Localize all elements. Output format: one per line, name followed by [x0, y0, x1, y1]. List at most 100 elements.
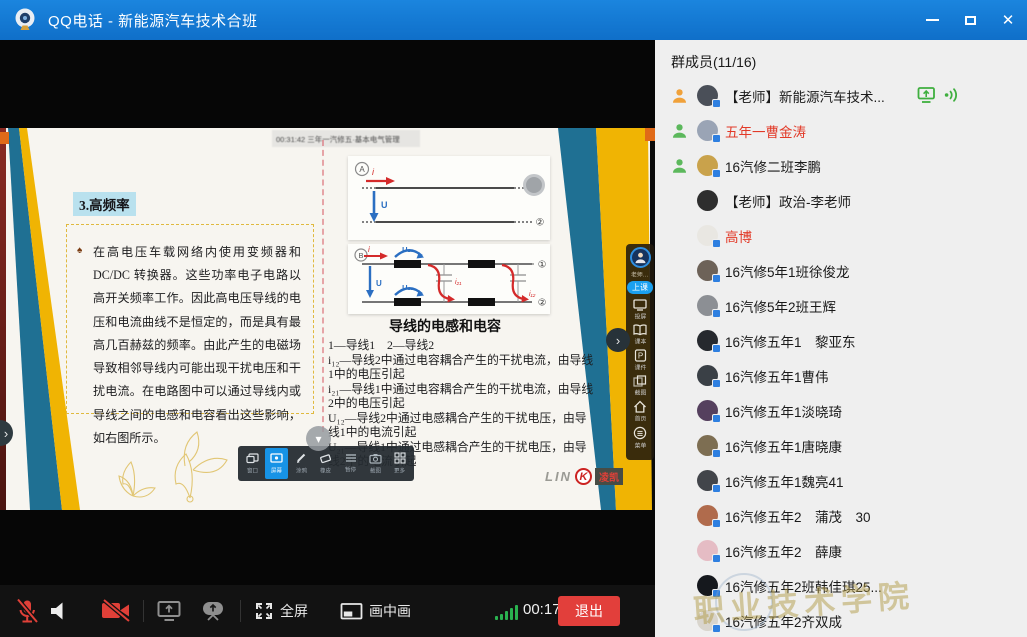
slide-left-edge — [0, 128, 6, 510]
member-name: 16汽修五年1曹伟 — [725, 366, 829, 386]
pip-label: 画中画 — [369, 601, 411, 621]
home-icon — [633, 400, 647, 413]
svg-text:②: ② — [536, 218, 545, 229]
mute-mic-button[interactable] — [14, 585, 40, 637]
device-badge — [712, 134, 721, 143]
member-row[interactable]: 16汽修五年1唐晓康 — [655, 428, 1027, 463]
sidebar-item-menu[interactable]: 菜单 — [633, 426, 647, 450]
member-row[interactable]: 16汽修5年1班徐俊龙 — [655, 253, 1027, 288]
share-toolbar-collapse[interactable]: ▾ — [306, 426, 331, 451]
svg-text:U: U — [376, 279, 382, 288]
lesson-button[interactable]: 上课 — [627, 281, 653, 294]
fullscreen-button[interactable]: 全屏 — [254, 585, 308, 637]
member-name: 16汽修五年2 蒲茂 30 — [725, 506, 871, 526]
member-row[interactable]: 16汽修五年1曹伟 — [655, 358, 1027, 393]
sidebar-item-textbook[interactable]: 课本 — [633, 324, 647, 346]
avatar — [697, 85, 718, 106]
member-row[interactable]: 五年一曹金涛 — [655, 113, 1027, 148]
pages-icon — [633, 375, 647, 387]
share-tool-pause[interactable]: 暂停 — [339, 448, 362, 479]
cursor-highlight — [523, 174, 545, 196]
member-name: 【老师】政治-李老师 — [725, 191, 851, 211]
member-row[interactable]: 【老师】新能源汽车技术... — [655, 78, 1027, 113]
avatar — [697, 575, 718, 596]
exit-button[interactable]: 退出 — [558, 596, 620, 626]
member-row[interactable]: 16汽修五年2班韩佳琪25... — [655, 568, 1027, 603]
share-tool-window[interactable]: 窗口 — [241, 448, 264, 479]
device-badge — [712, 379, 721, 388]
sidebar-item-home[interactable]: 首页 — [633, 400, 647, 423]
avatar — [697, 365, 718, 386]
share-tool-screen[interactable]: 屏幕 — [265, 448, 288, 479]
legend-line: 1—导线1 2—导线2 — [328, 338, 628, 353]
device-badge — [712, 589, 721, 598]
screen-share-gray-icon — [156, 599, 183, 623]
monitor-icon — [633, 299, 647, 311]
member-name: 16汽修5年1班徐俊龙 — [725, 261, 850, 281]
maximize-button[interactable] — [951, 0, 989, 40]
member-row[interactable]: 16汽修五年2齐双成 — [655, 603, 1027, 637]
close-button[interactable]: ✕ — [989, 0, 1027, 40]
grid-icon — [394, 452, 406, 464]
svg-text:②: ② — [538, 298, 547, 309]
member-row[interactable]: 【老师】政治-李老师 — [655, 183, 1027, 218]
share-tool-doodle[interactable]: 涂鸦 — [290, 448, 313, 479]
minimize-button[interactable] — [913, 0, 951, 40]
avatar — [697, 610, 718, 631]
share-tool-snapshot[interactable]: 截图 — [364, 448, 387, 479]
presence-icon — [671, 122, 688, 139]
logo-lin-text: LIN — [545, 469, 572, 484]
share-tool-more[interactable]: 更多 — [388, 448, 411, 479]
member-row[interactable]: 16汽修二班李鹏 — [655, 148, 1027, 183]
svg-text:U₂₁: U₂₁ — [402, 245, 414, 254]
courseware-icon: P — [634, 349, 647, 362]
member-name: 16汽修二班李鹏 — [725, 156, 821, 176]
device-badge — [712, 624, 721, 633]
share-screen-button[interactable] — [156, 585, 183, 637]
member-row[interactable]: 16汽修5年2班王辉 — [655, 288, 1027, 323]
bullet-icon: ♠ — [77, 245, 82, 256]
pause-lines-icon — [345, 453, 357, 463]
member-name: 【老师】新能源汽车技术... — [725, 86, 885, 106]
pip-button[interactable]: 画中画 — [340, 585, 411, 637]
device-badge — [712, 344, 721, 353]
camera-off-button[interactable] — [100, 585, 132, 637]
whiteboard-button[interactable] — [200, 585, 226, 637]
sidebar-item-snapshot[interactable]: 截图 — [633, 375, 647, 397]
device-badge — [712, 519, 721, 528]
svg-text:i₂₁: i₂₁ — [455, 279, 462, 286]
device-badge — [712, 554, 721, 563]
member-row[interactable]: 16汽修五年1 黎亚东 — [655, 323, 1027, 358]
speaker-button[interactable] — [48, 585, 70, 637]
sidebar-item-cast[interactable]: 投屏 — [633, 299, 647, 321]
svg-text:i: i — [368, 245, 370, 254]
presence-icon — [671, 157, 688, 174]
device-badge — [712, 169, 721, 178]
avatar — [697, 295, 718, 316]
share-toolbar: 窗口 屏幕 涂鸦 橡皮 — [238, 446, 414, 481]
avatar — [697, 400, 718, 421]
sidebar-item-courseware[interactable]: P 课件 — [634, 349, 647, 372]
shared-screen-stage: 00:31:42 三年一汽修五·基本电气管理 3.高频率 ♠ 在高电压车载网络内… — [0, 40, 655, 637]
call-timer: 00:17 — [523, 601, 561, 618]
sidebar-collapse-chevron[interactable]: › — [606, 328, 630, 352]
member-row[interactable]: 16汽修五年2 薛康 — [655, 533, 1027, 568]
members-panel: 群成员(11/16) 【老师】新能源汽车技术... — [655, 40, 1027, 637]
member-row[interactable]: 16汽修五年1魏亮41 — [655, 463, 1027, 498]
diagram-a-panel: A ① ② i U — [348, 156, 550, 240]
share-tool-eraser[interactable]: 橡皮 — [314, 448, 337, 479]
screen-icon — [270, 453, 283, 464]
sidebar-avatar[interactable] — [630, 247, 651, 268]
legend-line: U₁₂—导线2中通过电感耦合产生的干扰电压，由导 — [328, 411, 628, 426]
member-row[interactable]: 16汽修五年2 蒲茂 30 — [655, 498, 1027, 533]
fullscreen-label: 全屏 — [280, 601, 308, 621]
member-name: 五年一曹金涛 — [725, 121, 806, 141]
svg-text:U₁₂: U₁₂ — [402, 283, 414, 292]
slide-text-box: ♠ 在高电压车载网络内使用变频器和 DC/DC 转换器。这些功率电子电路以高开关… — [66, 224, 314, 414]
member-row[interactable]: 16汽修五年1淡晓琦 — [655, 393, 1027, 428]
avatar — [697, 540, 718, 561]
member-row[interactable]: 高博 — [655, 218, 1027, 253]
legend-line: 1中的电压引起 — [328, 367, 628, 382]
svg-text:i: i — [372, 167, 375, 177]
svg-text:i₁₂: i₁₂ — [529, 291, 536, 298]
